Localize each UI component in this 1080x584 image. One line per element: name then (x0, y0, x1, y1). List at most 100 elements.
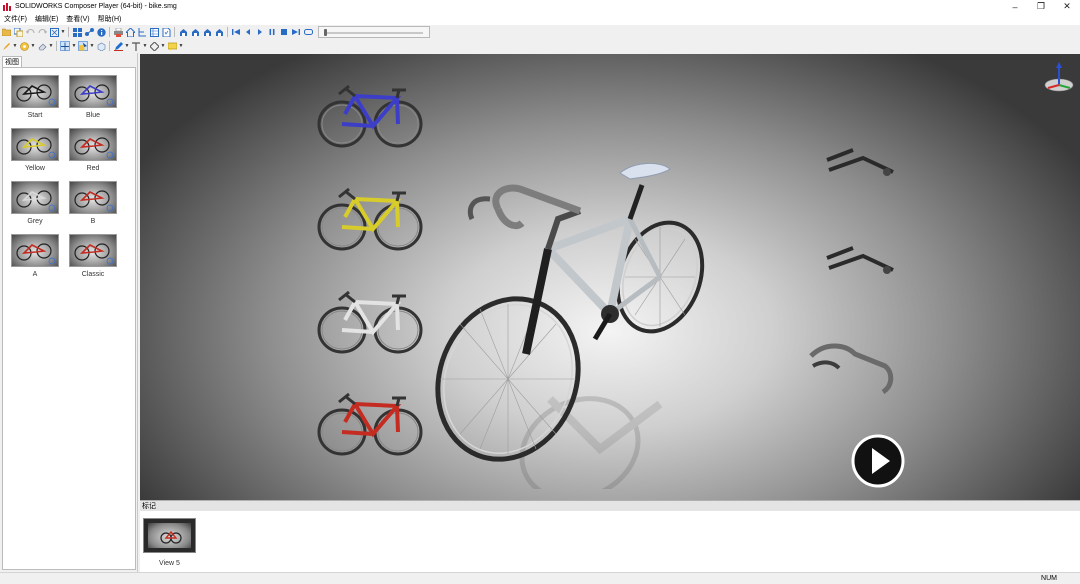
app-logo-icon (3, 2, 11, 11)
copy-icon[interactable] (13, 27, 23, 37)
step-prev-icon[interactable] (190, 27, 200, 37)
play-icon[interactable] (255, 27, 265, 37)
share-icon[interactable] (84, 27, 94, 37)
toolbar-separator (68, 27, 69, 37)
pause-icon[interactable] (267, 27, 277, 37)
step-next-icon[interactable] (202, 27, 212, 37)
view-thumbnail-b[interactable]: B (68, 181, 118, 225)
view-thumbnail-image (69, 128, 117, 161)
skip-forward-icon[interactable] (291, 27, 301, 37)
orientation-triad-icon[interactable] (1042, 61, 1076, 95)
restore-button[interactable]: ❐ (1028, 0, 1054, 13)
highlight-dropdown-icon[interactable]: ▼ (12, 41, 18, 51)
note-icon[interactable] (167, 41, 177, 51)
views-tab[interactable]: 视图 (2, 56, 22, 67)
marker-label: View 5 (159, 560, 180, 567)
timeline-thumb[interactable] (324, 29, 327, 36)
stop-icon[interactable] (279, 27, 289, 37)
view-thumbnail-image (69, 234, 117, 267)
view-thumbnail-start[interactable]: Start (10, 75, 60, 119)
view-thumbnail-image (11, 75, 59, 108)
select-tool-icon[interactable] (78, 41, 88, 51)
toolbar-main: ▼ (0, 25, 1080, 39)
grid-view-icon[interactable] (72, 27, 82, 37)
menu-bar: 文件(F) 编辑(E) 查看(V) 帮助(H) (0, 13, 1080, 25)
transparency-icon[interactable] (96, 41, 106, 51)
minimize-button[interactable]: – (1002, 0, 1028, 13)
open-file-icon[interactable] (1, 27, 11, 37)
note-dropdown-icon[interactable]: ▼ (178, 41, 184, 51)
info-icon[interactable] (96, 27, 106, 37)
close-button[interactable]: ✕ (1054, 0, 1080, 13)
view-thumbnail-yellow[interactable]: Yellow (10, 128, 60, 172)
play-animation-button[interactable] (850, 433, 906, 489)
view-thumbnail-image (11, 181, 59, 214)
undo-icon[interactable] (25, 27, 35, 37)
rewind-icon[interactable] (243, 27, 253, 37)
step-first-icon[interactable] (178, 27, 188, 37)
select-dropdown-icon[interactable]: ▼ (89, 41, 95, 51)
home-view-icon[interactable] (125, 27, 135, 37)
pen-dropdown-icon[interactable]: ▼ (124, 41, 130, 51)
zoom-dropdown-icon[interactable]: ▼ (60, 27, 66, 37)
view-label: Start (27, 112, 43, 119)
toolbar-tools: ▼ ▼ ▼ ▼ ▼ ▼ ▼ ▼ ▼ (0, 39, 230, 53)
view-label: B (90, 218, 96, 225)
toolbar-separator (56, 41, 57, 51)
view-thumbnail-grey[interactable]: Grey (10, 181, 60, 225)
view-thumbnail-image (69, 75, 117, 108)
menu-view[interactable]: 查看(V) (62, 14, 93, 24)
table-icon[interactable] (149, 27, 159, 37)
view-label: Blue (85, 112, 100, 119)
toolbar-separator (109, 27, 110, 37)
toolbar-separator (174, 27, 175, 37)
bike-red-model (317, 392, 423, 456)
menu-edit[interactable]: 编辑(E) (31, 14, 62, 24)
view-label: Yellow (25, 165, 45, 172)
menu-file[interactable]: 文件(F) (0, 14, 31, 24)
shape-dropdown-icon[interactable]: ▼ (160, 41, 166, 51)
redo-icon[interactable] (37, 27, 47, 37)
view-thumbnail-a[interactable]: A (10, 234, 60, 278)
marker-item[interactable]: View 5 (143, 518, 196, 567)
timeline-slider[interactable] (318, 26, 430, 38)
menu-help[interactable]: 帮助(H) (94, 14, 126, 24)
bike-blue-model (317, 84, 423, 148)
shape-icon[interactable] (149, 41, 159, 51)
step-last-icon[interactable] (214, 27, 224, 37)
view-label: Classic (81, 271, 105, 278)
arrow-tool-icon[interactable] (131, 41, 141, 51)
eraser-icon[interactable] (37, 41, 47, 51)
arrow-dropdown-icon[interactable]: ▼ (142, 41, 148, 51)
markers-header: 标记 (140, 500, 1080, 511)
document-icon[interactable] (161, 27, 171, 37)
toolbar-separator (227, 27, 228, 37)
tree-icon[interactable] (137, 27, 147, 37)
handlebar-part-1 (826, 148, 894, 176)
num-lock-indicator: NUM (1041, 575, 1057, 582)
status-bar: NUM (0, 572, 1080, 584)
3d-viewport[interactable] (140, 54, 1080, 500)
view-thumbnail-image (11, 128, 59, 161)
highlight-icon[interactable] (1, 41, 11, 51)
view-thumbnail-blue[interactable]: Blue (68, 75, 118, 119)
eraser-dropdown-icon[interactable]: ▼ (48, 41, 54, 51)
loop-icon[interactable] (303, 27, 313, 37)
handlebar-part-2 (826, 246, 894, 274)
title-bar: SOLIDWORKS Composer Player (64-bit) - bi… (0, 0, 1080, 13)
color-dropdown-icon[interactable]: ▼ (30, 41, 36, 51)
view-thumbnail-red[interactable]: Red (68, 128, 118, 172)
skip-back-icon[interactable] (231, 27, 241, 37)
view-thumbnail-classic[interactable]: Classic (68, 234, 118, 278)
bike-main-model (435, 163, 705, 489)
timeline-track (325, 32, 423, 34)
pen-icon[interactable] (113, 41, 123, 51)
toolbar-separator (109, 41, 110, 51)
move-dropdown-icon[interactable]: ▼ (71, 41, 77, 51)
move-icon[interactable] (60, 41, 70, 51)
zoom-fit-icon[interactable] (49, 27, 59, 37)
handlebar-part-3 (809, 343, 894, 395)
color-icon[interactable] (19, 41, 29, 51)
print-icon[interactable] (113, 27, 123, 37)
bike-grey-model (317, 290, 423, 354)
